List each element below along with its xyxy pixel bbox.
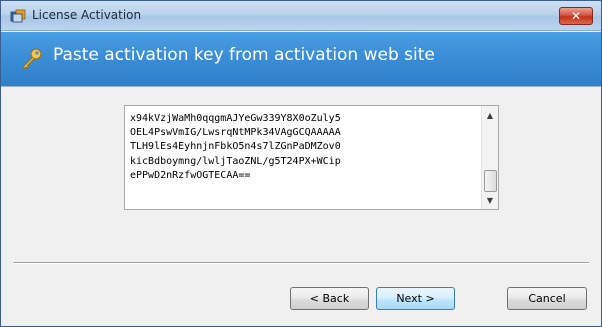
scroll-up-arrow-icon[interactable]: ▲ — [482, 107, 498, 123]
key-line: TLH9lEs4EyhnjnFbkO5n4s7lZGnPaDMZov0 — [130, 141, 341, 153]
vertical-scrollbar[interactable]: ▲ ▼ — [481, 106, 498, 209]
cancel-button[interactable]: Cancel — [507, 287, 587, 310]
window-title: License Activation — [32, 8, 142, 22]
license-activation-window: License Activation ✕ Paste activation ke… — [0, 0, 602, 327]
title-bar[interactable]: License Activation ✕ — [1, 1, 601, 31]
back-button[interactable]: < Back — [290, 287, 369, 310]
wizard-header-title: Paste activation key from activation web… — [53, 45, 435, 65]
close-icon: ✕ — [570, 9, 582, 23]
app-icon — [10, 9, 26, 23]
footer-separator — [13, 262, 589, 264]
scroll-down-arrow-icon[interactable]: ▼ — [482, 192, 498, 208]
next-button[interactable]: Next > — [376, 287, 455, 310]
scrollbar-thumb[interactable] — [484, 170, 497, 192]
activation-key-text[interactable]: x94kVzjWaMh0qqgmAJYeGw339Y8X0oZuly5 OEL4… — [130, 112, 470, 183]
key-line: x94kVzjWaMh0qqgmAJYeGw339Y8X0oZuly5 — [130, 113, 341, 124]
key-line: ePPwD2nRzfwOGTECAA== — [130, 169, 251, 181]
key-line: kicBdboymng/lwljTaoZNL/g5T24PX+WCip — [130, 155, 341, 167]
wizard-header: Paste activation key from activation web… — [1, 32, 601, 86]
key-icon — [22, 48, 42, 69]
close-button[interactable]: ✕ — [559, 7, 593, 25]
header-divider — [1, 86, 601, 87]
key-line: OEL4PswVmIG/LwsrqNtMPk34VAgGCQAAAAA — [130, 127, 341, 139]
activation-key-textarea[interactable]: x94kVzjWaMh0qqgmAJYeGw339Y8X0oZuly5 OEL4… — [124, 105, 499, 210]
